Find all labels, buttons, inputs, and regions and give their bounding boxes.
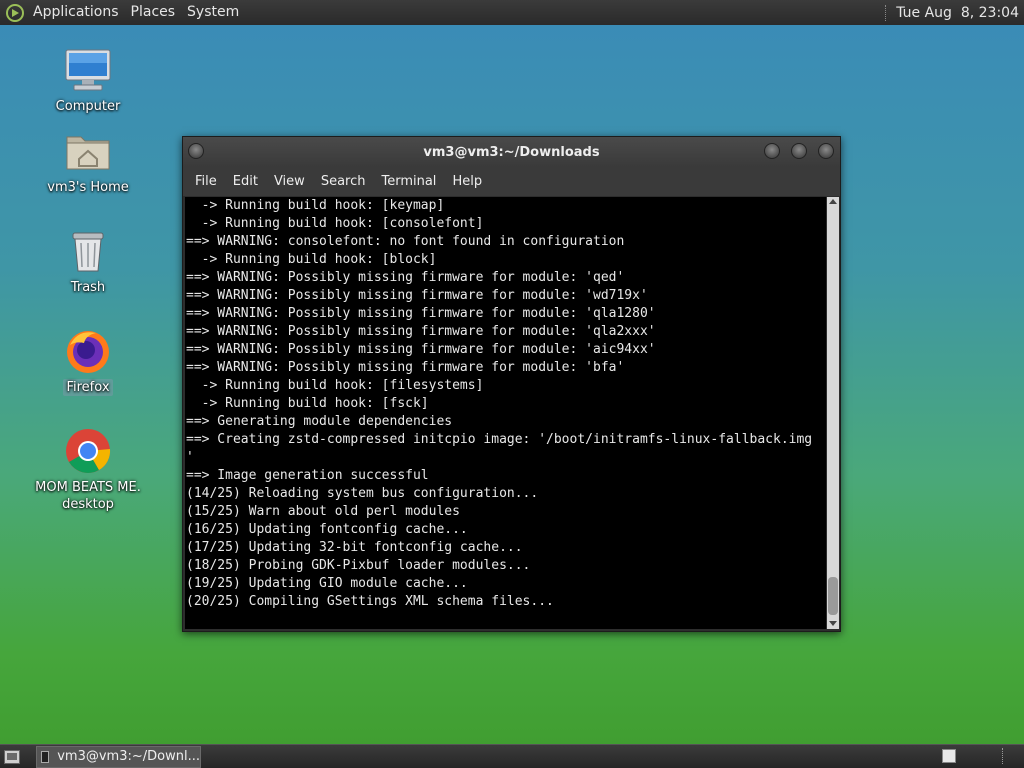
clock-area: Tue Aug 8, 23:04 (885, 0, 1024, 25)
window-title: vm3@vm3:~/Downloads (423, 144, 600, 160)
scroll-down-icon[interactable] (829, 621, 837, 626)
terminal-line: ==> WARNING: Possibly missing firmware f… (186, 324, 656, 339)
menu-file[interactable]: File (187, 174, 225, 189)
firefox-icon (64, 327, 112, 375)
terminal-output[interactable]: -> Running build hook: [keymap] -> Runni… (185, 197, 826, 629)
minimize-icon[interactable] (764, 143, 780, 159)
desktop-icon-label: Computer (55, 99, 121, 114)
menu-edit[interactable]: Edit (225, 174, 266, 189)
desktop-icon-home[interactable]: vm3's Home (33, 127, 143, 196)
terminal-line: ==> WARNING: Possibly missing firmware f… (186, 342, 656, 357)
terminal-line: -> Running build hook: [block] (186, 252, 437, 267)
desktop-icon-label: vm3's Home (47, 180, 129, 195)
menu-view[interactable]: View (266, 174, 313, 189)
desktop-icon-label: MOM BEATS ME. desktop (35, 480, 141, 512)
terminal-line: ==> WARNING: consolefont: no font found … (186, 234, 625, 249)
top-menu: Applications Places System (27, 0, 245, 25)
terminal-line: ==> Generating module dependencies (186, 414, 453, 429)
desktop-icon-chrome[interactable]: MOM BEATS ME. desktop (33, 427, 143, 513)
maximize-icon[interactable] (791, 143, 807, 159)
terminal-line: -> Running build hook: [keymap] (186, 198, 445, 213)
terminal-line: ==> Creating zstd-compressed initcpio im… (186, 432, 813, 447)
clock[interactable]: Tue Aug 8, 23:04 (896, 5, 1024, 21)
terminal-line: ==> WARNING: Possibly missing firmware f… (186, 306, 656, 321)
show-desktop-icon[interactable] (4, 749, 20, 764)
taskbar-item-label: vm3@vm3:~/Downl... (57, 749, 200, 764)
scroll-up-icon[interactable] (829, 199, 837, 204)
terminal-scrollbar[interactable] (827, 197, 839, 629)
menu-terminal[interactable]: Terminal (373, 174, 444, 189)
terminal-line: ==> WARNING: Possibly missing firmware f… (186, 288, 648, 303)
terminal-line: -> Running build hook: [consolefont] (186, 216, 484, 231)
terminal-line: (20/25) Compiling GSettings XML schema f… (186, 594, 554, 609)
panel-separator (885, 4, 888, 21)
terminal-icon (41, 750, 50, 763)
desktop-icon-label: Firefox (63, 379, 113, 396)
terminal-menubar: File Edit View Search Terminal Help (183, 167, 840, 196)
terminal-line: (17/25) Updating 32-bit fontconfig cache… (186, 540, 523, 555)
desktop-icon-trash[interactable]: Trash (33, 227, 143, 296)
terminal-line: (16/25) Updating fontconfig cache... (186, 522, 468, 537)
desktop-icon-computer[interactable]: Computer (33, 46, 143, 115)
close-icon[interactable] (818, 143, 834, 159)
home-folder-icon (64, 127, 112, 175)
places-menu[interactable]: Places (125, 0, 182, 25)
terminal-line: (19/25) Updating GIO module cache... (186, 576, 468, 591)
terminal-line: -> Running build hook: [filesystems] (186, 378, 484, 393)
window-titlebar[interactable]: vm3@vm3:~/Downloads (183, 137, 840, 167)
terminal-line: -> Running build hook: [fsck] (186, 396, 429, 411)
terminal-line: ==> WARNING: Possibly missing firmware f… (186, 270, 625, 285)
taskbar-item-terminal[interactable]: vm3@vm3:~/Downl... (36, 745, 201, 768)
computer-icon (64, 46, 112, 94)
system-menu[interactable]: System (181, 0, 245, 25)
panel-separator (1002, 748, 1004, 764)
terminal-line: (15/25) Warn about old perl modules (186, 504, 460, 519)
desktop-icon-firefox[interactable]: Firefox (33, 327, 143, 396)
desktop-icon-label: Trash (70, 280, 106, 295)
terminal-window[interactable]: vm3@vm3:~/Downloads File Edit View Searc… (182, 136, 841, 632)
terminal-lines: -> Running build hook: [keymap] -> Runni… (185, 197, 826, 611)
terminal-line: (14/25) Reloading system bus configurati… (186, 486, 539, 501)
workspace-switcher[interactable] (942, 749, 956, 763)
menu-search[interactable]: Search (313, 174, 374, 189)
terminal-line: ' (186, 450, 194, 465)
terminal-line: ==> WARNING: Possibly missing firmware f… (186, 360, 625, 375)
distro-logo-icon[interactable] (6, 3, 24, 22)
scrollbar-thumb[interactable] (828, 577, 838, 615)
terminal-line: (18/25) Probing GDK-Pixbuf loader module… (186, 558, 531, 573)
chrome-icon (64, 427, 112, 475)
trash-icon (64, 227, 112, 275)
menu-help[interactable]: Help (444, 174, 490, 189)
terminal-line: ==> Image generation successful (186, 468, 429, 483)
top-panel: Applications Places System Tue Aug 8, 23… (0, 0, 1024, 25)
bottom-panel: vm3@vm3:~/Downl... (0, 744, 1024, 768)
applications-menu[interactable]: Applications (27, 0, 125, 25)
window-menu-icon[interactable] (188, 143, 204, 159)
